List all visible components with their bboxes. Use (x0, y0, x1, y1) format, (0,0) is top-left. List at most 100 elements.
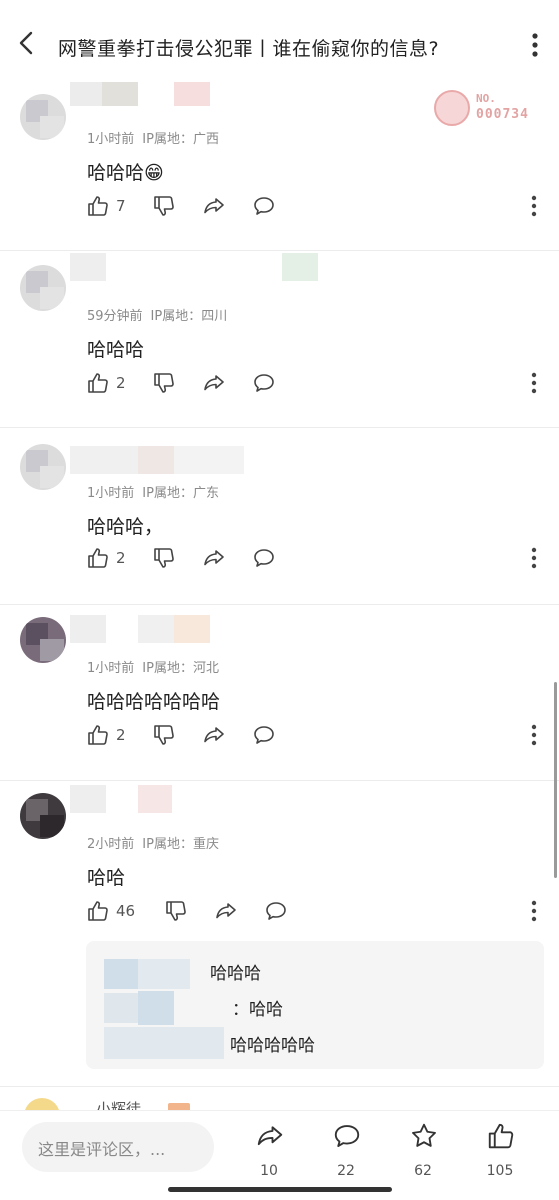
replies-box[interactable]: 哈哈哈 ：哈哈 哈哈哈哈哈 (86, 941, 544, 1069)
comment-count: 22 (337, 1163, 355, 1179)
like-button[interactable]: 46 (86, 896, 135, 926)
share-button[interactable] (202, 368, 226, 398)
more-vertical-icon[interactable] (525, 32, 545, 58)
favorite-button[interactable]: 62 (393, 1119, 453, 1189)
comment-meta: 1小时前 IP属地：广东 (87, 482, 219, 501)
more-vertical-icon[interactable] (530, 546, 538, 570)
like-button[interactable]: 7 (86, 191, 126, 221)
comment-item: 1小时前 IP属地：广东 哈哈哈， 2 (0, 428, 559, 604)
comment-item: 1小时前 IP属地：广西 哈哈哈😁 7 (0, 74, 559, 250)
more-vertical-icon[interactable] (530, 899, 538, 923)
comment-input[interactable]: 这里是评论区，... (22, 1122, 214, 1172)
comment-item: 1小时前 IP属地：河北 哈哈哈哈哈哈哈 2 (0, 605, 559, 781)
share-arrow-icon (204, 727, 224, 743)
share-button[interactable]: 10 (239, 1119, 299, 1189)
dislike-button[interactable] (164, 896, 188, 926)
like-button[interactable]: 2 (86, 543, 126, 573)
more-vertical-icon[interactable] (530, 194, 538, 218)
comment-meta: 1小时前 IP属地：广西 (87, 128, 219, 147)
like-button[interactable]: 2 (86, 368, 126, 398)
reply-text: 哈哈哈 (210, 964, 261, 984)
thumbs-up-icon (88, 901, 108, 921)
comment-actions: 2 (86, 368, 556, 398)
more-vertical-icon[interactable] (530, 723, 538, 747)
comment-text: 哈哈哈😁 (87, 162, 164, 184)
scrollbar[interactable] (554, 682, 557, 878)
reply-author-blurred (138, 991, 174, 1025)
divider (0, 1086, 559, 1087)
comment-item: 59分钟前 IP属地：四川 哈哈哈 2 (0, 251, 559, 427)
comment-time: 59分钟前 (87, 309, 143, 324)
reply-button[interactable] (252, 720, 276, 750)
like-button[interactable]: 2 (86, 720, 126, 750)
dislike-button[interactable] (152, 720, 176, 750)
comment-text: 哈哈哈哈哈哈哈 (87, 691, 221, 713)
reply-text: ：哈哈 (232, 1000, 283, 1020)
avatar[interactable] (20, 265, 66, 311)
like-count: 2 (116, 549, 126, 567)
comment-actions: 7 (86, 191, 556, 221)
comment-ip-location: IP属地：河北 (142, 661, 219, 676)
comment-time: 1小时前 (87, 661, 135, 676)
speech-bubble-icon (334, 1125, 360, 1147)
favorite-count: 62 (414, 1163, 432, 1179)
reply-button[interactable] (252, 191, 276, 221)
comment-time: 2小时前 (87, 837, 135, 852)
comment-ip-location: IP属地：广东 (142, 486, 219, 501)
share-arrow-icon (204, 550, 224, 566)
thumbs-down-icon (154, 196, 174, 216)
avatar[interactable] (20, 444, 66, 490)
more-vertical-icon[interactable] (530, 371, 538, 395)
comment-input-placeholder: 这里是评论区，... (38, 1140, 166, 1159)
thumbs-up-icon (88, 548, 108, 568)
comment-meta: 2小时前 IP属地：重庆 (87, 833, 219, 852)
share-button[interactable] (202, 720, 226, 750)
username-blurred[interactable] (70, 785, 250, 813)
username-blurred[interactable] (70, 446, 250, 474)
reply-author-blurred (104, 993, 138, 1023)
dislike-button[interactable] (152, 543, 176, 573)
like-button[interactable]: 105 (470, 1119, 530, 1189)
share-arrow-icon (204, 375, 224, 391)
speech-bubble-icon (254, 374, 274, 392)
thumbs-up-icon (88, 373, 108, 393)
comments-button[interactable]: 22 (316, 1119, 376, 1189)
username-blurred[interactable] (70, 253, 318, 281)
comment-actions: 2 (86, 720, 556, 750)
reply-author-blurred (104, 959, 138, 989)
share-count: 10 (260, 1163, 278, 1179)
comment-ip-location: IP属地：广西 (142, 132, 219, 147)
star-icon (412, 1123, 436, 1147)
avatar[interactable] (20, 94, 66, 140)
speech-bubble-icon (266, 902, 286, 920)
share-arrow-icon (204, 198, 224, 214)
reply-button[interactable] (252, 543, 276, 573)
comment-actions: 2 (86, 543, 556, 573)
share-button[interactable] (202, 543, 226, 573)
dislike-button[interactable] (152, 191, 176, 221)
share-button[interactable] (202, 191, 226, 221)
speech-bubble-icon (254, 197, 274, 215)
share-arrow-icon (216, 903, 236, 919)
thumbs-up-icon (88, 196, 108, 216)
reply-author-blurred (138, 959, 190, 989)
comment-time: 1小时前 (87, 132, 135, 147)
avatar[interactable] (20, 617, 66, 663)
share-button[interactable] (214, 896, 238, 926)
username-blurred[interactable] (70, 615, 250, 643)
reply-button[interactable] (252, 368, 276, 398)
username-blurred[interactable] (70, 78, 250, 106)
like-count: 2 (116, 726, 126, 744)
avatar[interactable] (20, 793, 66, 839)
thumbs-down-icon (154, 373, 174, 393)
dislike-button[interactable] (152, 368, 176, 398)
home-indicator[interactable] (168, 1187, 392, 1192)
chevron-left-icon[interactable] (14, 30, 40, 56)
reply-text: 哈哈哈哈哈 (230, 1036, 315, 1056)
like-count: 2 (116, 374, 126, 392)
comment-text: 哈哈哈 (87, 339, 145, 361)
speech-bubble-icon (254, 726, 274, 744)
comment-ip-location: IP属地：四川 (150, 309, 228, 324)
top-bar: 网警重拳打击侵公犯罪丨谁在偷窥你的信息? (0, 0, 559, 82)
reply-button[interactable] (264, 896, 288, 926)
